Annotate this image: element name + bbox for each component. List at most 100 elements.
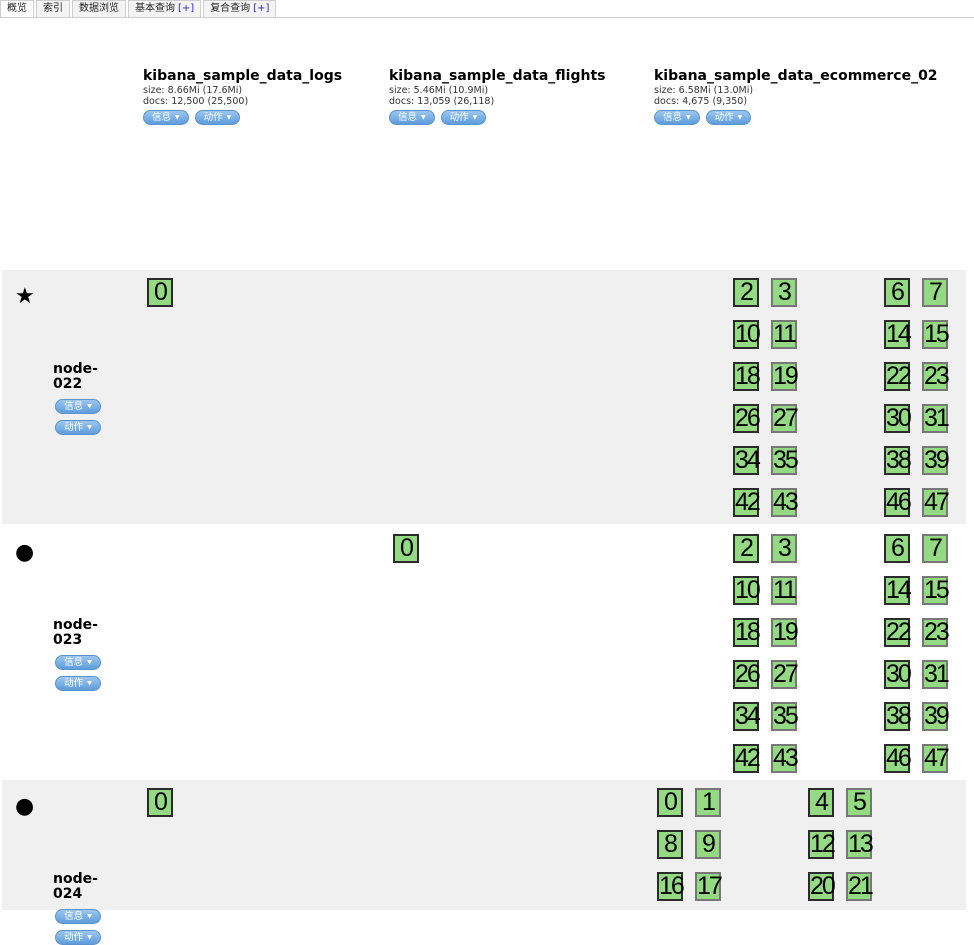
shard-flights[interactable]: 0 [393,534,419,563]
node-dot-icon: ● [15,794,35,819]
shard-ecommerce[interactable]: 43 [771,744,799,773]
shard-ecommerce[interactable]: 26 [733,660,761,689]
shard-ecommerce[interactable]: 39 [922,446,950,475]
shard-ecommerce[interactable]: 43 [771,488,799,517]
shard-ecommerce[interactable]: 3 [771,278,797,307]
node-action-button[interactable]: 动作 ▼ [55,930,101,945]
tab-3[interactable]: 基本查询 [+] [128,0,202,17]
shard-logs[interactable]: 0 [147,788,173,817]
shard-ecommerce[interactable]: 22 [884,362,912,391]
master-star-icon: ★ [15,284,35,309]
shard-ecommerce[interactable]: 30 [884,660,912,689]
shard-ecommerce[interactable]: 47 [922,488,950,517]
tab-2[interactable]: 数据浏览 [72,0,126,17]
index-action-button[interactable]: 动作 ▼ [705,110,752,125]
shard-ecommerce[interactable]: 13 [846,830,874,859]
shard-ecommerce[interactable]: 7 [922,278,948,307]
shard-ecommerce[interactable]: 2 [733,534,759,563]
tab-1[interactable]: 索引 [36,0,70,17]
caret-down-icon: ▼ [737,114,743,121]
shard-ecommerce[interactable]: 42 [733,488,761,517]
index-size: size: 5.46Mi (10.9Mi) [389,85,489,96]
index-info-button[interactable]: 信息 ▼ [654,110,700,125]
shard-ecommerce[interactable]: 6 [884,278,910,307]
node-info-button[interactable]: 信息 ▼ [55,655,101,670]
button-label: 动作 [64,678,84,689]
shard-ecommerce[interactable]: 10 [733,576,761,605]
shard-ecommerce[interactable]: 42 [733,744,761,773]
shard-ecommerce[interactable]: 6 [884,534,910,563]
caret-down-icon: ▼ [226,114,232,121]
shard-ecommerce[interactable]: 31 [922,660,950,689]
shard-ecommerce[interactable]: 23 [922,618,950,647]
shard-ecommerce[interactable]: 18 [733,362,761,391]
index-name: kibana_sample_data_logs [143,68,343,84]
shard-ecommerce[interactable]: 19 [771,362,799,391]
tab-4[interactable]: 复合查询 [+] [203,0,277,17]
caret-down-icon: ▼ [421,114,426,121]
shard-ecommerce[interactable]: 19 [771,618,799,647]
caret-down-icon: ▼ [87,680,92,687]
node-name-line2: 022 [53,376,83,392]
index-action-button[interactable]: 动作 ▼ [440,110,487,125]
shard-ecommerce[interactable]: 12 [808,830,836,859]
shard-ecommerce[interactable]: 11 [771,576,797,605]
index-info-button[interactable]: 信息 ▼ [143,110,189,125]
button-label: 信息 [152,112,172,123]
shard-ecommerce[interactable]: 7 [922,534,948,563]
index-action-button[interactable]: 动作 ▼ [194,110,241,125]
tab-label: 数据浏览 [79,3,119,14]
shard-ecommerce[interactable]: 2 [733,278,759,307]
shard-ecommerce[interactable]: 39 [922,702,950,731]
index-header: kibana_sample_data_ecommerce_02 size: 6.5… [654,68,938,125]
shard-ecommerce[interactable]: 15 [922,320,950,349]
shard-ecommerce[interactable]: 3 [771,534,797,563]
node-info-button[interactable]: 信息 ▼ [55,909,101,924]
node-row: ★ node- 022 信息 ▼ 动作 ▼ 0 2 3 6 7 10 11 14 15 18 19 22 23 26 27… [2,270,966,524]
node-name-line1: node- [53,871,98,887]
tab-0[interactable]: 概览 [0,0,34,17]
button-label: 信息 [398,112,418,123]
shard-ecommerce[interactable]: 46 [884,488,912,517]
shard-ecommerce[interactable]: 1 [695,788,721,817]
index-info-button[interactable]: 信息 ▼ [389,110,435,125]
shard-ecommerce[interactable]: 31 [922,404,950,433]
shard-ecommerce[interactable]: 18 [733,618,761,647]
node-action-button[interactable]: 动作 ▼ [55,420,101,435]
shard-ecommerce[interactable]: 46 [884,744,912,773]
shard-ecommerce[interactable]: 23 [922,362,950,391]
caret-down-icon: ▼ [87,424,92,431]
shard-ecommerce[interactable]: 0 [657,788,683,817]
node-action-button[interactable]: 动作 ▼ [55,676,101,691]
shard-ecommerce[interactable]: 8 [657,830,683,859]
shard-ecommerce[interactable]: 15 [922,576,950,605]
shard-ecommerce[interactable]: 22 [884,618,912,647]
shard-ecommerce[interactable]: 47 [922,744,950,773]
node-info-button[interactable]: 信息 ▼ [55,399,101,414]
shard-ecommerce[interactable]: 30 [884,404,912,433]
index-docs: docs: 12,500 (25,500) [143,96,249,107]
shard-ecommerce[interactable]: 14 [884,576,912,605]
shard-ecommerce[interactable]: 35 [771,446,799,475]
index-size: size: 6.58Mi (13.0Mi) [654,85,754,96]
button-label: 信息 [64,911,84,922]
shard-ecommerce[interactable]: 11 [771,320,797,349]
shard-logs[interactable]: 0 [147,278,173,307]
tab-add-link[interactable]: [+] [178,3,194,14]
shard-ecommerce[interactable]: 27 [771,660,799,689]
shard-ecommerce[interactable]: 5 [846,788,872,817]
button-label: 动作 [64,422,84,433]
shard-ecommerce[interactable]: 34 [733,446,761,475]
shard-ecommerce[interactable]: 14 [884,320,912,349]
shard-ecommerce[interactable]: 35 [771,702,799,731]
tab-add-link[interactable]: [+] [253,3,269,14]
shard-ecommerce[interactable]: 26 [733,404,761,433]
shard-ecommerce[interactable]: 9 [695,830,721,859]
shard-ecommerce[interactable]: 34 [733,702,761,731]
shard-ecommerce[interactable]: 38 [884,446,912,475]
shard-ecommerce[interactable]: 38 [884,702,912,731]
shard-ecommerce[interactable]: 4 [808,788,834,817]
tab-label: 概览 [7,3,27,14]
shard-ecommerce[interactable]: 10 [733,320,761,349]
shard-ecommerce[interactable]: 27 [771,404,799,433]
